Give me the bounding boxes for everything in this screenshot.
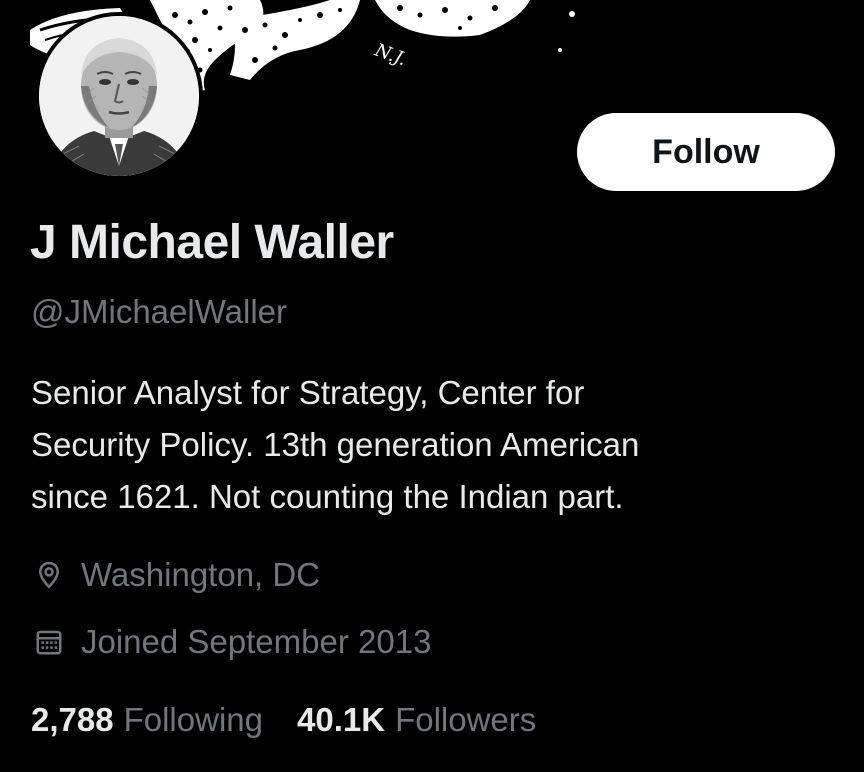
followers-link[interactable]: 40.1K Followers: [297, 701, 536, 739]
followers-count: 40.1K: [297, 701, 386, 738]
profile-bio: Senior Analyst for Strategy, Center for …: [31, 367, 841, 523]
followers-label: Followers: [395, 701, 537, 738]
profile-display-name: J Michael Waller: [30, 216, 394, 269]
calendar-icon: [31, 624, 67, 660]
following-label: Following: [123, 701, 263, 738]
following-count: 2,788: [31, 701, 114, 738]
profile-stats: 2,788 Following 40.1K Followers: [31, 701, 570, 739]
bio-line: Senior Analyst for Strategy, Center for: [31, 374, 585, 411]
avatar-portrait-image: [39, 16, 199, 176]
profile-avatar[interactable]: [35, 12, 203, 180]
following-link[interactable]: 2,788 Following: [31, 701, 263, 739]
profile-location: Washington, DC: [31, 556, 320, 594]
location-text: Washington, DC: [81, 556, 321, 593]
profile-handle: @JMichaelWaller: [31, 293, 287, 330]
joined-text: Joined September 2013: [81, 623, 432, 660]
location-pin-icon: [31, 557, 67, 593]
bio-line: Security Policy. 13th generation America…: [31, 426, 640, 463]
profile-joined-date: Joined September 2013: [31, 623, 431, 661]
follow-button[interactable]: Follow: [577, 113, 835, 191]
bio-line: since 1621. Not counting the Indian part…: [31, 478, 624, 515]
